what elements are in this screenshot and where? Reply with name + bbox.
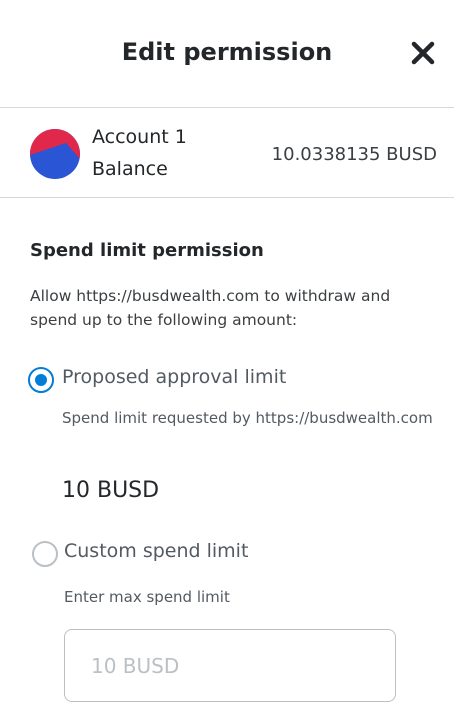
custom-limit-label[interactable]: Custom spend limit — [64, 540, 248, 562]
account-avatar-icon — [30, 129, 80, 179]
balance-label: Balance — [92, 158, 168, 180]
edit-permission-panel: Edit permission Account 1 Balance 10.033… — [0, 0, 454, 713]
proposed-limit-amount: 10 BUSD — [62, 478, 160, 503]
panel-header: Edit permission — [0, 0, 454, 108]
section-title: Spend limit permission — [30, 240, 264, 261]
close-icon — [411, 41, 435, 65]
account-name: Account 1 — [92, 126, 187, 148]
custom-limit-sublabel: Enter max spend limit — [64, 588, 230, 606]
proposed-limit-sublabel: Spend limit requested by https://busdwea… — [62, 409, 433, 427]
proposed-limit-radio[interactable] — [28, 367, 54, 393]
custom-limit-radio[interactable] — [32, 541, 58, 567]
custom-spend-limit-input[interactable] — [64, 629, 396, 702]
close-button[interactable] — [408, 38, 438, 68]
page-title: Edit permission — [121, 38, 333, 66]
section-description: Allow https://busdwealth.com to withdraw… — [30, 287, 391, 329]
proposed-limit-label[interactable]: Proposed approval limit — [62, 366, 286, 388]
balance-value: 10.0338135 BUSD — [271, 144, 437, 165]
